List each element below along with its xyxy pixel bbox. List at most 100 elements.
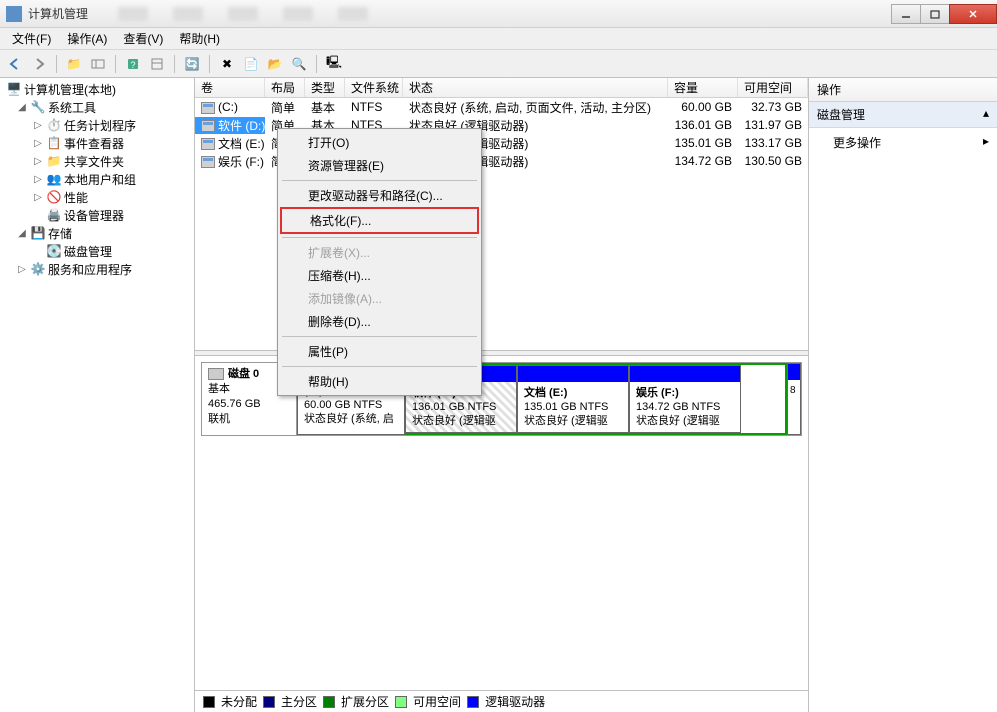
tree-services[interactable]: ▷⚙️服务和应用程序 [0,260,194,278]
partition-size: 135.01 GB NTFS [524,401,608,413]
col-status[interactable]: 状态 [403,78,668,97]
settings-icon[interactable] [146,53,168,75]
close-button[interactable] [949,4,997,24]
legend-label: 主分区 [281,693,317,710]
ctx-extend: 扩展卷(X)... [280,241,479,264]
tree-event-viewer[interactable]: ▷📋事件查看器 [0,134,194,152]
menu-file[interactable]: 文件(F) [4,28,59,49]
separator [282,336,477,337]
legend-label: 扩展分区 [341,693,389,710]
actions-more[interactable]: 更多操作▸ [809,128,997,157]
partition-f[interactable]: 娱乐 (F:) 134.72 GB NTFS 状态良好 (逻辑驱 [629,365,741,433]
separator [316,55,317,73]
properties-icon[interactable]: 📄 [240,53,262,75]
disk-icon: 💽 [46,243,62,259]
volume-icon [201,138,215,150]
maximize-button[interactable] [920,4,950,24]
disk-size: 465.76 GB [208,397,290,412]
tools-icon: 🔧 [30,99,46,115]
shared-icon: 📁 [46,153,62,169]
legend-swatch-unallocated [203,696,215,708]
tree-performance[interactable]: ▷🚫性能 [0,188,194,206]
separator [209,55,210,73]
back-button[interactable] [4,53,26,75]
ctx-open[interactable]: 打开(O) [280,131,479,154]
computer-icon: 🖥️ [6,81,22,97]
menu-action[interactable]: 操作(A) [59,28,115,49]
col-filesystem[interactable]: 文件系统 [345,78,403,97]
expander-icon[interactable]: ◢ [16,228,28,239]
ctx-shrink[interactable]: 压缩卷(H)... [280,264,479,287]
app-icon [6,6,22,22]
minimize-button[interactable] [891,4,921,24]
forward-button[interactable] [28,53,50,75]
partition-label: 文档 (E:) [524,387,567,399]
device-icon: 🖨️ [46,207,62,223]
menu-help[interactable]: 帮助(H) [171,28,228,49]
col-layout[interactable]: 布局 [265,78,305,97]
ctx-format[interactable]: 格式化(F)... [280,207,479,234]
expander-icon[interactable]: ▷ [32,192,44,203]
actions-section-label: 磁盘管理 [817,106,865,123]
tree-disk-management[interactable]: 💽磁盘管理 [0,242,194,260]
expander-icon[interactable]: ▷ [32,120,44,131]
tree-system-tools[interactable]: ◢🔧系统工具 [0,98,194,116]
ctx-help[interactable]: 帮助(H) [280,370,479,393]
col-free[interactable]: 可用空间 [738,78,808,97]
folder-icon[interactable]: 📁 [63,53,85,75]
actions-more-label: 更多操作 [833,134,881,151]
tree-device-manager[interactable]: 🖨️设备管理器 [0,206,194,224]
ctx-properties[interactable]: 属性(P) [280,340,479,363]
open-icon[interactable]: 📂 [264,53,286,75]
collapse-icon[interactable]: ▴ [983,106,989,123]
refresh-icon[interactable]: 🔄 [181,53,203,75]
actions-section[interactable]: 磁盘管理 ▴ [809,102,997,128]
partition-body: 娱乐 (F:) 134.72 GB NTFS 状态良好 (逻辑驱 [630,382,740,432]
tree-panel[interactable]: 🖥️计算机管理(本地) ◢🔧系统工具 ▷⏱️任务计划程序 ▷📋事件查看器 ▷📁共… [0,78,195,712]
search-icon[interactable]: 🔍 [288,53,310,75]
legend-swatch-logical [467,696,479,708]
partition-header [788,364,800,380]
table-row[interactable]: (C:)简单基本NTFS状态良好 (系统, 启动, 页面文件, 活动, 主分区)… [195,98,808,116]
window-title: 计算机管理 [28,5,88,22]
tree-root[interactable]: 🖥️计算机管理(本地) [0,80,194,98]
main-area: 🖥️计算机管理(本地) ◢🔧系统工具 ▷⏱️任务计划程序 ▷📋事件查看器 ▷📁共… [0,78,997,712]
delete-icon[interactable]: ✖ [216,53,238,75]
actions-panel: 操作 磁盘管理 ▴ 更多操作▸ [809,78,997,712]
actions-header: 操作 [809,78,997,102]
tree-storage[interactable]: ◢💾存储 [0,224,194,242]
ctx-explorer[interactable]: 资源管理器(E) [280,154,479,177]
partition-e[interactable]: 文档 (E:) 135.01 GB NTFS 状态良好 (逻辑驱 [517,365,629,433]
menubar: 文件(F) 操作(A) 查看(V) 帮助(H) [0,28,997,50]
partition-header [630,366,740,382]
expander-icon[interactable]: ◢ [16,102,28,113]
volume-icon [201,102,215,114]
col-type[interactable]: 类型 [305,78,345,97]
context-menu[interactable]: 打开(O) 资源管理器(E) 更改驱动器号和路径(C)... 格式化(F)...… [277,128,482,396]
menu-view[interactable]: 查看(V) [115,28,171,49]
partition-header [518,366,628,382]
expander-icon[interactable]: ▷ [32,156,44,167]
disk-map: 磁盘 0 基本 465.76 GB 联机 (C:) 60.00 GB NTFS … [195,356,808,690]
show-hide-icon[interactable] [87,53,109,75]
expander-icon[interactable]: ▷ [32,174,44,185]
tree-task-scheduler[interactable]: ▷⏱️任务计划程序 [0,116,194,134]
col-capacity[interactable]: 容量 [668,78,738,97]
tree-shared-folders[interactable]: ▷📁共享文件夹 [0,152,194,170]
tree-local-users[interactable]: ▷👥本地用户和组 [0,170,194,188]
separator [282,180,477,181]
separator [56,55,57,73]
scheduler-icon: ⏱️ [46,117,62,133]
legend-swatch-primary [263,696,275,708]
expander-icon[interactable]: ▷ [16,264,28,275]
expander-icon[interactable]: ▷ [32,138,44,149]
help-icon[interactable]: ? [122,53,144,75]
ctx-change-letter[interactable]: 更改驱动器号和路径(C)... [280,184,479,207]
ctx-delete[interactable]: 删除卷(D)... [280,310,479,333]
legend: 未分配 主分区 扩展分区 可用空间 逻辑驱动器 [195,690,808,712]
col-volume[interactable]: 卷 [195,78,265,97]
svg-text:?: ? [130,60,135,70]
partition-label: 娱乐 (F:) [636,387,679,399]
partition-tiny[interactable]: 8 [787,363,801,435]
extra-icon[interactable]: 🖳 [323,53,345,75]
